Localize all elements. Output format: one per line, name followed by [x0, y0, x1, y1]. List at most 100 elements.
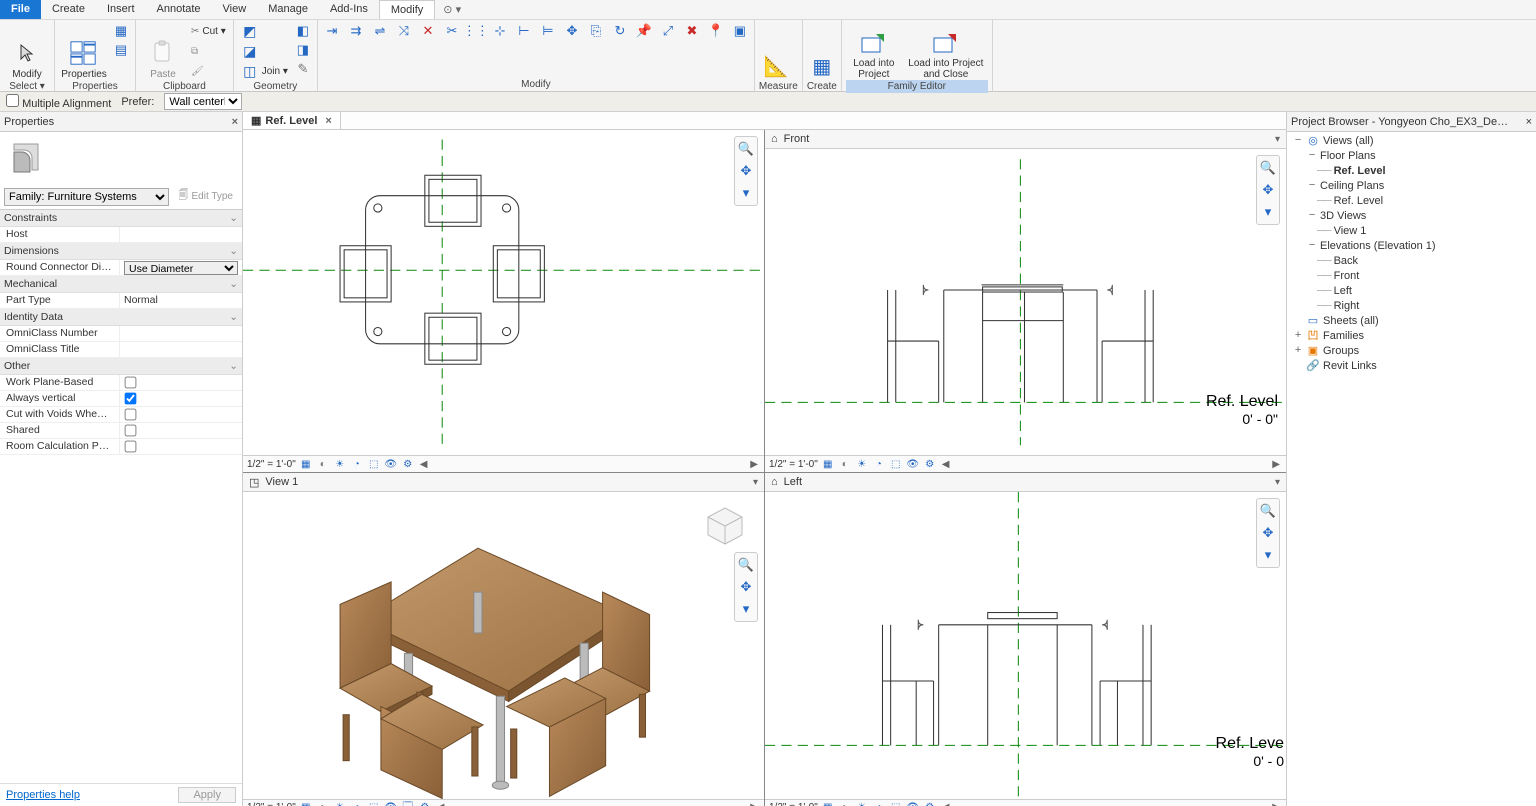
pb-sheets[interactable]: Sheets (all): [1323, 314, 1379, 329]
vc-icon[interactable]: ◔: [872, 801, 886, 806]
properties-button[interactable]: Properties: [59, 22, 109, 80]
vc-icon[interactable]: ⚙: [923, 457, 937, 471]
pb-ceiling-plans[interactable]: Ceiling Plans: [1320, 179, 1384, 194]
trim-extend-icon[interactable]: ⊹: [490, 22, 510, 39]
cut-button[interactable]: ✂Cut ▾: [188, 22, 229, 40]
properties-close-icon[interactable]: ×: [232, 116, 238, 128]
prop-host-value[interactable]: [120, 227, 242, 242]
pb-revit-links[interactable]: Revit Links: [1323, 359, 1377, 374]
menu-manage[interactable]: Manage: [257, 0, 319, 19]
canvas-left[interactable]: Ref. Leve 0' - 0 🔍✥▾: [765, 492, 1286, 798]
scroll-left-icon[interactable]: ◀: [435, 802, 447, 806]
cube-icon[interactable]: ◳: [249, 476, 259, 489]
paste-button[interactable]: Paste: [140, 22, 186, 80]
vc-icon[interactable]: 🗔: [401, 801, 415, 806]
prop-rcd-value[interactable]: Use Diameter: [124, 261, 238, 275]
cat-other[interactable]: Other⌄: [0, 358, 242, 375]
offset-icon[interactable]: ⇉: [346, 22, 366, 39]
home-icon[interactable]: ⌂: [771, 476, 778, 488]
copy-elem-icon[interactable]: ⎘: [586, 22, 606, 39]
mirror-axis-icon[interactable]: ⇌: [370, 22, 390, 39]
scale-bl[interactable]: 1/2" = 1'-0": [247, 802, 296, 806]
family-types-icon[interactable]: ▤: [111, 41, 131, 58]
menu-insert[interactable]: Insert: [96, 0, 146, 19]
vc-icon[interactable]: ▦: [821, 457, 835, 471]
vc-shadow-icon[interactable]: ◔: [350, 457, 364, 471]
pb-floor-plans[interactable]: Floor Plans: [1320, 149, 1376, 164]
split-cross-icon[interactable]: ✕: [418, 22, 438, 39]
scale-icon[interactable]: ⤢: [658, 22, 678, 39]
vc-icon[interactable]: ⬚: [889, 457, 903, 471]
scale-tl[interactable]: 1/2" = 1'-0": [247, 459, 296, 470]
scroll-right-icon[interactable]: ▶: [1270, 802, 1282, 806]
measure-button[interactable]: 📐: [759, 22, 793, 80]
vc-hide-icon[interactable]: 👁: [384, 457, 398, 471]
vc-icon[interactable]: ◔: [350, 801, 364, 806]
family-selector[interactable]: Family: Furniture Systems: [4, 188, 169, 206]
cat-mechanical[interactable]: Mechanical⌄: [0, 276, 242, 293]
pb-front[interactable]: Front: [1334, 269, 1360, 284]
nav-widget-front[interactable]: 🔍✥▾: [1256, 155, 1280, 225]
vc-icon[interactable]: ◐: [316, 801, 330, 806]
vc-icon[interactable]: ⚙: [418, 801, 432, 806]
vc-icon[interactable]: ▦: [299, 801, 313, 806]
scroll-right-icon[interactable]: ▶: [748, 459, 760, 470]
apply-button[interactable]: Apply: [178, 787, 236, 803]
load-and-close-button[interactable]: Load into Project and Close: [904, 22, 988, 80]
nav-widget-left[interactable]: 🔍✥▾: [1256, 498, 1280, 568]
pb-views-all[interactable]: Views (all): [1323, 134, 1374, 149]
cut-geom-button[interactable]: ◪: [238, 42, 291, 60]
viewcube[interactable]: [702, 504, 748, 550]
trim-multi-icon[interactable]: ⊨: [538, 22, 558, 39]
vc-icon[interactable]: 👁: [906, 801, 920, 806]
rotate-icon[interactable]: ↻: [610, 22, 630, 39]
cope-button[interactable]: ◩: [238, 22, 291, 40]
mirror-draw-icon[interactable]: ⤨: [394, 22, 414, 39]
geom-icon-3[interactable]: ✎: [293, 60, 313, 77]
vc-icon[interactable]: 👁: [906, 457, 920, 471]
array-icon[interactable]: ⋮⋮: [466, 22, 486, 39]
prop-shared-check[interactable]: [125, 425, 137, 437]
scale-br[interactable]: 1/2" = 1'-0": [769, 802, 818, 806]
scroll-left-icon[interactable]: ◀: [418, 459, 430, 470]
copy-button[interactable]: ⧉: [188, 42, 229, 60]
unpin-icon[interactable]: 📍: [706, 22, 726, 39]
scale-tr[interactable]: 1/2" = 1'-0": [769, 459, 818, 470]
home-icon[interactable]: ⌂: [771, 133, 778, 145]
menu-addins[interactable]: Add-Ins: [319, 0, 379, 19]
move-icon[interactable]: ✥: [562, 22, 582, 39]
group-icon[interactable]: ▣: [730, 22, 750, 39]
canvas-front[interactable]: Ref. Level 0' - 0" 🔍✥▾: [765, 149, 1286, 455]
prop-rcp-check[interactable]: [125, 441, 137, 453]
viewport-menu-icon[interactable]: ▾: [1275, 134, 1280, 145]
vc-icon[interactable]: ◐: [838, 457, 852, 471]
type-properties-icon[interactable]: ▦: [111, 22, 131, 39]
canvas-ref-level[interactable]: 🔍✥▾: [243, 130, 764, 455]
vc-icon[interactable]: ⚙: [923, 801, 937, 806]
load-into-project-button[interactable]: Load into Project: [846, 22, 902, 80]
viewport-menu-icon[interactable]: ▾: [1275, 477, 1280, 488]
ribbon-group-select-label[interactable]: Select ▾: [4, 80, 50, 93]
pb-back[interactable]: Back: [1334, 254, 1358, 269]
vc-style-icon[interactable]: ◐: [316, 457, 330, 471]
nav-chevron-icon[interactable]: ▾: [743, 185, 750, 201]
menu-modify[interactable]: Modify: [379, 0, 435, 19]
pb-left[interactable]: Left: [1334, 284, 1352, 299]
geom-icon-2[interactable]: ◨: [293, 41, 313, 58]
vc-crop-icon[interactable]: ⬚: [367, 457, 381, 471]
edit-type-button[interactable]: 🗐Edit Type: [173, 186, 238, 207]
viewport-menu-icon[interactable]: ▾: [753, 477, 758, 488]
menu-annotate[interactable]: Annotate: [146, 0, 212, 19]
nav-widget[interactable]: 🔍✥▾: [734, 136, 758, 206]
tab-close-icon[interactable]: ×: [325, 115, 331, 127]
vc-icon[interactable]: ◔: [872, 457, 886, 471]
prop-cvl-check[interactable]: [125, 409, 137, 421]
pan-icon[interactable]: ✥: [741, 163, 752, 179]
scroll-left-icon[interactable]: ◀: [940, 459, 952, 470]
menu-file[interactable]: File: [0, 0, 41, 19]
vc-icon[interactable]: ◐: [838, 801, 852, 806]
project-browser-tree[interactable]: −◎Views (all) −Floor Plans ── Ref. Level…: [1287, 132, 1536, 376]
vc-icon[interactable]: ⬚: [889, 801, 903, 806]
pb-ref-level-2[interactable]: Ref. Level: [1334, 194, 1384, 209]
project-browser-close-icon[interactable]: ×: [1526, 116, 1532, 128]
